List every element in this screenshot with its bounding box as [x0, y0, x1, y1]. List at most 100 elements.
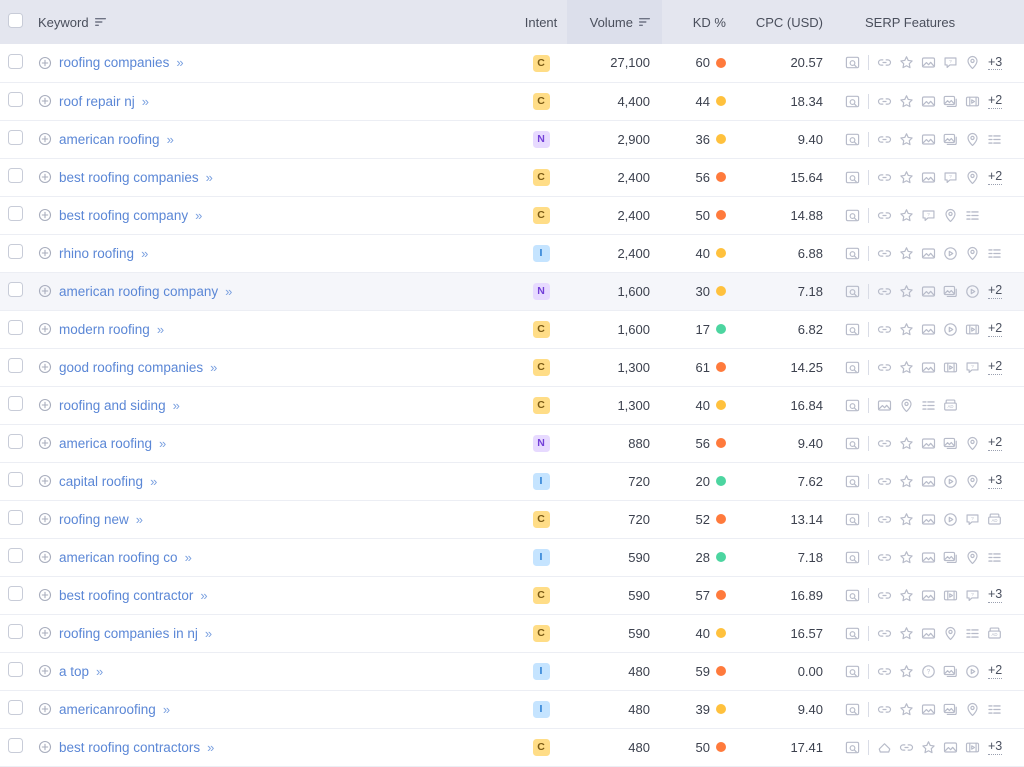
- intent-badge[interactable]: N: [532, 282, 550, 300]
- serp-reviews-star-icon[interactable]: [899, 170, 914, 185]
- serp-preview-icon[interactable]: [845, 94, 860, 109]
- intent-badge[interactable]: I: [532, 472, 550, 490]
- serp-video-box-icon[interactable]: [965, 322, 980, 337]
- serp-more-badge[interactable]: +2: [988, 283, 1003, 299]
- keyword-link[interactable]: roofing companies in nj: [59, 626, 198, 641]
- serp-more-badge[interactable]: +3: [988, 587, 1003, 603]
- table-row[interactable]: best roofing company » C 2,400 50 14.88?: [0, 196, 1024, 235]
- serp-faq-icon[interactable]: ?: [943, 170, 958, 185]
- table-row[interactable]: roofing new » C 720 52 13.14? AD: [0, 500, 1024, 539]
- plus-circle-icon[interactable]: [38, 740, 52, 754]
- serp-reviews-star-icon[interactable]: [899, 626, 914, 641]
- intent-badge[interactable]: N: [532, 434, 550, 452]
- serp-ads-icon[interactable]: AD: [943, 398, 958, 413]
- plus-circle-icon[interactable]: [38, 436, 52, 450]
- table-row[interactable]: america roofing » N 880 56 9.40 +2: [0, 424, 1024, 463]
- keyword-link[interactable]: best roofing contractor: [59, 588, 193, 603]
- intent-badge[interactable]: I: [532, 662, 550, 680]
- row-checkbox[interactable]: [7, 396, 23, 411]
- plus-circle-icon[interactable]: [38, 132, 52, 146]
- plus-circle-icon[interactable]: [38, 170, 52, 184]
- serp-image-icon[interactable]: [943, 740, 958, 755]
- plus-circle-icon[interactable]: [38, 284, 52, 298]
- keyword-expand-chevron-icon[interactable]: »: [176, 55, 183, 70]
- keyword-expand-chevron-icon[interactable]: »: [207, 740, 214, 755]
- keyword-link[interactable]: best roofing companies: [59, 170, 199, 185]
- serp-video-box-icon[interactable]: [965, 740, 980, 755]
- serp-video-box-icon[interactable]: [943, 360, 958, 375]
- intent-badge[interactable]: C: [532, 358, 550, 376]
- table-row[interactable]: good roofing companies » C 1,300 61 14.25? +2: [0, 348, 1024, 387]
- table-row[interactable]: americanroofing » I 480 39 9.40: [0, 690, 1024, 729]
- table-row[interactable]: roofing companies in nj » C 590 40 16.57 AD: [0, 614, 1024, 653]
- serp-local-pack-pin-icon[interactable]: [965, 170, 980, 185]
- serp-link-icon[interactable]: [877, 94, 892, 109]
- keyword-link[interactable]: roofing and siding: [59, 398, 166, 413]
- serp-reviews-star-icon[interactable]: [899, 664, 914, 679]
- plus-circle-icon[interactable]: [38, 94, 52, 108]
- intent-badge[interactable]: C: [532, 586, 550, 604]
- serp-image-icon[interactable]: [921, 55, 936, 70]
- serp-reviews-star-icon[interactable]: [899, 702, 914, 717]
- keyword-expand-chevron-icon[interactable]: »: [136, 512, 143, 527]
- column-header-keyword[interactable]: Keyword: [30, 0, 515, 44]
- row-checkbox[interactable]: [7, 168, 23, 183]
- serp-video-box-icon[interactable]: [965, 94, 980, 109]
- keyword-expand-chevron-icon[interactable]: »: [163, 702, 170, 717]
- serp-video-icon[interactable]: [943, 512, 958, 527]
- serp-sitelinks-icon[interactable]: [987, 246, 1002, 261]
- plus-circle-icon[interactable]: [38, 398, 52, 412]
- serp-more-badge[interactable]: +2: [988, 359, 1003, 375]
- intent-badge[interactable]: C: [532, 54, 550, 72]
- serp-link-icon[interactable]: [877, 702, 892, 717]
- serp-faq-icon[interactable]: ?: [965, 588, 980, 603]
- keyword-link[interactable]: roofing companies: [59, 55, 169, 70]
- serp-image-icon[interactable]: [921, 550, 936, 565]
- row-checkbox[interactable]: [7, 510, 23, 525]
- serp-preview-icon[interactable]: [845, 474, 860, 489]
- serp-image-pack-icon[interactable]: [943, 132, 958, 147]
- serp-link-icon[interactable]: [877, 246, 892, 261]
- plus-circle-icon[interactable]: [38, 208, 52, 222]
- serp-reviews-star-icon[interactable]: [899, 436, 914, 451]
- plus-circle-icon[interactable]: [38, 512, 52, 526]
- table-row[interactable]: best roofing companies » C 2,400 56 15.64? +2: [0, 158, 1024, 197]
- table-row[interactable]: best roofing contractor » C 590 57 16.89? +3: [0, 576, 1024, 615]
- row-checkbox[interactable]: [7, 548, 23, 563]
- table-row[interactable]: american roofing co » I 590 28 7.18: [0, 538, 1024, 577]
- serp-more-badge[interactable]: +2: [988, 93, 1003, 109]
- serp-ads-icon[interactable]: AD: [987, 512, 1002, 527]
- keyword-expand-chevron-icon[interactable]: »: [167, 132, 174, 147]
- row-checkbox[interactable]: [7, 624, 23, 639]
- serp-link-icon[interactable]: [877, 474, 892, 489]
- table-row[interactable]: american roofing » N 2,900 36 9.40: [0, 120, 1024, 159]
- keyword-link[interactable]: america roofing: [59, 436, 152, 451]
- keyword-link[interactable]: rhino roofing: [59, 246, 134, 261]
- keyword-expand-chevron-icon[interactable]: »: [150, 474, 157, 489]
- keyword-expand-chevron-icon[interactable]: »: [142, 94, 149, 109]
- serp-image-pack-icon[interactable]: [943, 436, 958, 451]
- plus-circle-icon[interactable]: [38, 626, 52, 640]
- keyword-link[interactable]: modern roofing: [59, 322, 150, 337]
- serp-link-icon[interactable]: [877, 360, 892, 375]
- serp-preview-icon[interactable]: [845, 588, 860, 603]
- keyword-link[interactable]: capital roofing: [59, 474, 143, 489]
- row-checkbox[interactable]: [7, 586, 23, 601]
- serp-reviews-star-icon[interactable]: [899, 360, 914, 375]
- table-row[interactable]: best roofing contractors » C 480 50 17.41 +3: [0, 728, 1024, 767]
- serp-local-pack-pin-icon[interactable]: [965, 132, 980, 147]
- serp-preview-icon[interactable]: [845, 246, 860, 261]
- intent-badge[interactable]: C: [532, 320, 550, 338]
- serp-question-circle-icon[interactable]: ?: [921, 664, 936, 679]
- serp-preview-icon[interactable]: [845, 170, 860, 185]
- serp-more-badge[interactable]: +3: [988, 55, 1003, 71]
- serp-top-stories-icon[interactable]: [877, 740, 892, 755]
- serp-reviews-star-icon[interactable]: [899, 512, 914, 527]
- row-checkbox[interactable]: [7, 434, 23, 449]
- row-checkbox[interactable]: [7, 700, 23, 715]
- select-all-checkbox[interactable]: [7, 13, 23, 28]
- serp-image-icon[interactable]: [921, 246, 936, 261]
- plus-circle-icon[interactable]: [38, 322, 52, 336]
- serp-faq-icon[interactable]: ?: [965, 512, 980, 527]
- serp-local-pack-pin-icon[interactable]: [965, 55, 980, 70]
